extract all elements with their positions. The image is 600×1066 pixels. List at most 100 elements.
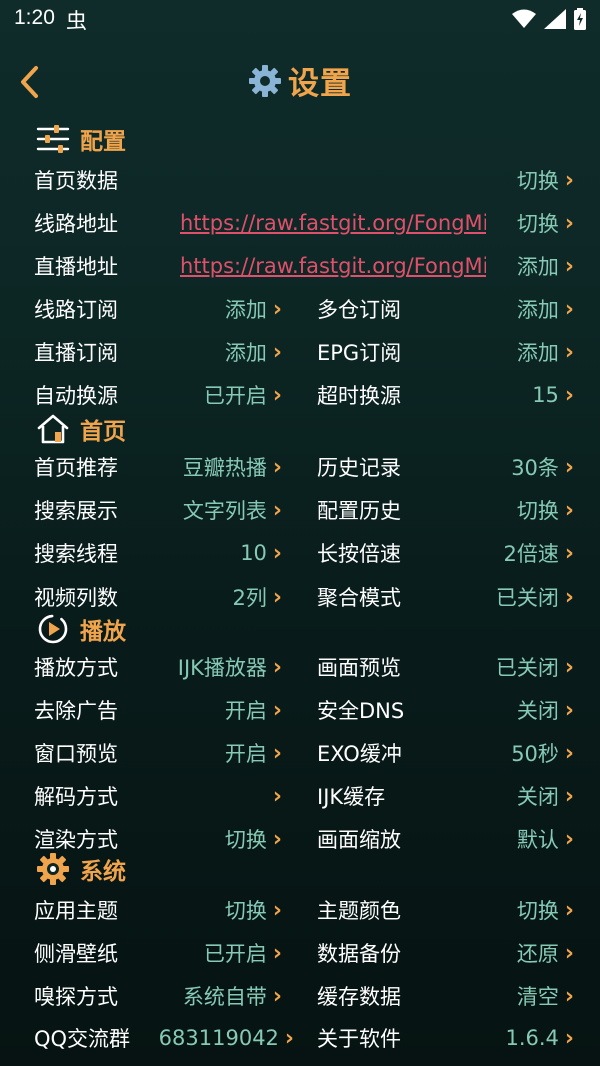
setting-window-preview[interactable]: 窗口预览 <box>34 733 118 773</box>
wifi-icon <box>512 9 536 28</box>
setting-label: 去除广告 <box>34 699 118 723</box>
setting-side-wallpaper[interactable]: 侧滑壁纸 <box>34 933 118 973</box>
chevron-right-icon: › <box>564 740 574 766</box>
setting-value: 关闭 <box>516 785 559 809</box>
chevron-right-icon: › <box>272 983 282 1009</box>
setting-label: 渲染方式 <box>34 828 118 852</box>
section-config-header: 配置 <box>36 122 126 156</box>
setting-label: 应用主题 <box>34 899 118 923</box>
setting-exo-buffer[interactable]: EXO缓冲 <box>317 733 402 773</box>
chevron-right-icon: › <box>272 826 282 852</box>
setting-value: 清空 <box>516 985 559 1009</box>
setting-value: 2列 <box>232 586 267 610</box>
setting-search-display[interactable]: 搜索展示 <box>34 490 118 530</box>
gear-icon <box>37 853 69 885</box>
setting-label: 线路地址 <box>34 212 118 236</box>
setting-config-history[interactable]: 配置历史 <box>317 490 401 530</box>
setting-about[interactable]: 关于软件 <box>317 1018 401 1058</box>
setting-value: 开启 <box>224 742 267 766</box>
setting-label: 超时换源 <box>317 384 401 408</box>
chevron-right-icon: › <box>564 697 574 723</box>
setting-label: 关于软件 <box>317 1027 401 1051</box>
setting-row-pair: 应用主题 切换 › 主题颜色 切换 › <box>0 890 600 930</box>
setting-label: 长按倍速 <box>317 542 401 566</box>
chevron-right-icon: › <box>272 584 282 610</box>
setting-label: 搜索线程 <box>34 542 118 566</box>
setting-row-line-addr[interactable]: 线路地址 https://raw.fastgit.org/FongMi/ 切换 › <box>0 203 600 243</box>
setting-row-live-addr[interactable]: 直播地址 https://raw.fastgit.org/FongMi/ 添加 › <box>0 246 600 286</box>
setting-sniff-mode[interactable]: 嗅探方式 <box>34 976 118 1016</box>
setting-row-pair: 嗅探方式 系统自带 › 缓存数据 清空 › <box>0 976 600 1016</box>
chevron-right-icon: › <box>564 540 574 566</box>
chevron-right-icon: › <box>272 382 282 408</box>
chevron-right-icon: › <box>564 210 574 236</box>
section-title-config: 配置 <box>80 129 126 155</box>
setting-value: 切换 <box>224 899 267 923</box>
setting-row-pair: 视频列数 2列 › 聚合模式 已关闭 › <box>0 577 600 617</box>
chevron-right-icon: › <box>272 296 282 322</box>
chevron-right-icon: › <box>284 1025 294 1051</box>
setting-label: 线路订阅 <box>34 298 118 322</box>
setting-value: 添加 <box>516 255 559 279</box>
setting-auto-switch[interactable]: 自动换源 <box>34 375 118 415</box>
setting-qq-group[interactable]: QQ交流群 <box>34 1018 130 1058</box>
setting-epg-sub[interactable]: EPG订阅 <box>317 332 401 372</box>
setting-label: IJK缓存 <box>317 785 386 809</box>
setting-data-backup[interactable]: 数据备份 <box>317 933 401 973</box>
setting-value: 添加 <box>516 341 559 365</box>
setting-row-home-data[interactable]: 首页数据 切换 › <box>0 160 600 200</box>
chevron-right-icon: › <box>272 497 282 523</box>
section-play-header: 播放 <box>36 612 126 646</box>
chevron-right-icon: › <box>564 296 574 322</box>
chevron-right-icon: › <box>564 983 574 1009</box>
setting-label: 自动换源 <box>34 384 118 408</box>
setting-recommend[interactable]: 首页推荐 <box>34 447 118 487</box>
setting-label: 主题颜色 <box>317 899 401 923</box>
page-title: 设置 <box>288 66 352 102</box>
setting-cache-data[interactable]: 缓存数据 <box>317 976 401 1016</box>
setting-preview[interactable]: 画面预览 <box>317 647 401 687</box>
sliders-icon <box>36 125 70 153</box>
setting-theme-color[interactable]: 主题颜色 <box>317 890 401 930</box>
line-url-link[interactable]: https://raw.fastgit.org/FongMi/ <box>180 203 486 243</box>
setting-value: 已开启 <box>203 384 267 408</box>
setting-value: 15 <box>532 383 559 407</box>
setting-multi-sub[interactable]: 多仓订阅 <box>317 289 401 329</box>
setting-aggregate-mode[interactable]: 聚合模式 <box>317 577 401 617</box>
chevron-right-icon: › <box>564 654 574 680</box>
setting-line-sub[interactable]: 线路订阅 <box>34 289 118 329</box>
setting-value: 切换 <box>224 828 267 852</box>
live-url-link[interactable]: https://raw.fastgit.org/FongMi/ <box>180 246 486 286</box>
setting-safe-dns[interactable]: 安全DNS <box>317 690 404 730</box>
setting-value: 添加 <box>516 298 559 322</box>
setting-value: 10 <box>240 541 267 565</box>
setting-history[interactable]: 历史记录 <box>317 447 401 487</box>
setting-video-columns[interactable]: 视频列数 <box>34 577 118 617</box>
setting-label: 搜索展示 <box>34 499 118 523</box>
section-title-home: 首页 <box>80 419 126 445</box>
setting-label: 窗口预览 <box>34 742 118 766</box>
setting-row-pair: 直播订阅 添加 › EPG订阅 添加 › <box>0 332 600 372</box>
setting-label: 多仓订阅 <box>317 298 401 322</box>
setting-label: 嗅探方式 <box>34 985 118 1009</box>
chevron-right-icon: › <box>564 339 574 365</box>
setting-remove-ads[interactable]: 去除广告 <box>34 690 118 730</box>
setting-decode-mode[interactable]: 解码方式 <box>34 776 118 816</box>
setting-live-sub[interactable]: 直播订阅 <box>34 332 118 372</box>
setting-row-pair: 线路订阅 添加 › 多仓订阅 添加 › <box>0 289 600 329</box>
setting-play-mode[interactable]: 播放方式 <box>34 647 118 687</box>
setting-search-threads[interactable]: 搜索线程 <box>34 533 118 573</box>
chevron-right-icon: › <box>272 654 282 680</box>
setting-long-press-speed[interactable]: 长按倍速 <box>317 533 401 573</box>
setting-ijk-cache[interactable]: IJK缓存 <box>317 776 385 816</box>
setting-row-pair: 搜索线程 10 › 长按倍速 2倍速 › <box>0 533 600 573</box>
chevron-right-icon: › <box>564 897 574 923</box>
setting-scale[interactable]: 画面缩放 <box>317 819 401 859</box>
setting-value: 已关闭 <box>495 656 559 680</box>
setting-row-pair: 窗口预览 开启 › EXO缓冲 50秒 › <box>0 733 600 773</box>
setting-app-theme[interactable]: 应用主题 <box>34 890 118 930</box>
setting-value: 30条 <box>511 456 559 480</box>
setting-value: 切换 <box>516 169 559 193</box>
setting-timeout-switch[interactable]: 超时换源 <box>317 375 401 415</box>
chevron-right-icon: › <box>272 940 282 966</box>
